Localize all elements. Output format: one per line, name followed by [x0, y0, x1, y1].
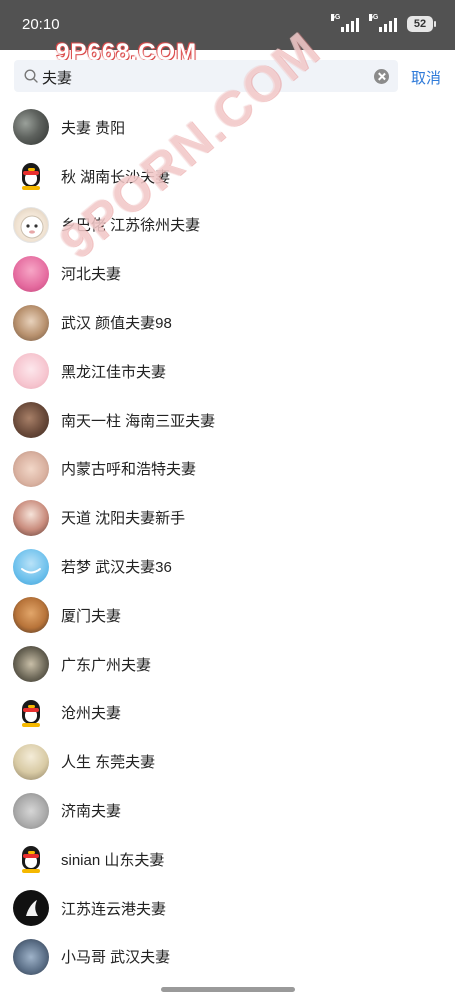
contact-row[interactable]: 江苏连云港夫妻	[0, 884, 455, 933]
contact-row[interactable]: 南天一柱 海南三亚夫妻	[0, 396, 455, 445]
penguin-avatar-icon[interactable]	[13, 694, 49, 731]
contact-row[interactable]: 武汉 颜值夫妻98	[0, 298, 455, 347]
contact-row[interactable]: 若梦 武汉夫妻36	[0, 542, 455, 591]
avatar[interactable]	[13, 743, 49, 780]
contact-name: 天道 沈阳夫妻新手	[61, 510, 186, 528]
avatar[interactable]	[13, 890, 49, 927]
penguin-avatar-icon[interactable]	[13, 158, 49, 195]
battery-icon: 52	[407, 16, 436, 32]
network-tag: 5G	[331, 14, 341, 21]
contact-name: 武汉 颜值夫妻98	[61, 315, 172, 333]
status-time: 20:10	[22, 16, 60, 33]
search-query[interactable]: 夫妻	[42, 67, 72, 88]
contact-row[interactable]: 秋 湖南长沙夫妻	[0, 152, 455, 201]
cancel-button[interactable]: 取消	[411, 67, 441, 88]
avatar[interactable]	[13, 597, 49, 634]
contact-name: 乡巴佬 江苏徐州夫妻	[61, 217, 201, 235]
network-tag: 5G	[369, 14, 379, 21]
contact-name: 小马哥 武汉夫妻	[61, 949, 171, 967]
contact-name: 夫妻 贵阳	[61, 119, 126, 137]
penguin-avatar-icon[interactable]	[13, 841, 49, 878]
avatar[interactable]	[13, 402, 49, 439]
avatar[interactable]	[13, 304, 49, 341]
contact-name: 河北夫妻	[61, 266, 122, 284]
avatar[interactable]	[13, 938, 49, 975]
avatar[interactable]	[13, 353, 49, 390]
contact-name: 若梦 武汉夫妻36	[61, 559, 172, 577]
clear-icon[interactable]	[374, 69, 389, 84]
contact-row[interactable]: 黑龙江佳市夫妻	[0, 347, 455, 396]
contact-name: sinian 山东夫妻	[61, 851, 165, 869]
signal-icon: 5G	[331, 14, 359, 32]
contact-name: 人生 东莞夫妻	[61, 754, 156, 772]
contact-list: 夫妻 贵阳秋 湖南长沙夫妻乡巴佬 江苏徐州夫妻 河北夫妻武汉 颜值夫妻98 黑龙江佳…	[0, 103, 455, 981]
avatar[interactable]	[13, 109, 49, 146]
contact-row[interactable]: 沧州夫妻	[0, 689, 455, 738]
contact-row[interactable]: 夫妻 贵阳	[0, 103, 455, 152]
contact-row[interactable]: sinian 山东夫妻	[0, 835, 455, 884]
contact-row[interactable]: 河北夫妻	[0, 249, 455, 298]
avatar[interactable]	[13, 646, 49, 683]
contact-name: 广东广州夫妻	[61, 656, 152, 674]
contact-row[interactable]: 济南夫妻	[0, 786, 455, 835]
avatar[interactable]	[13, 499, 49, 536]
contact-name: 秋 湖南长沙夫妻	[61, 168, 171, 186]
contact-row[interactable]: 小马哥 武汉夫妻	[0, 933, 455, 982]
contact-row[interactable]: 内蒙古呼和浩特夫妻	[0, 445, 455, 494]
contact-name: 江苏连云港夫妻	[61, 900, 167, 918]
contact-row[interactable]: 广东广州夫妻	[0, 640, 455, 689]
avatar[interactable]	[13, 792, 49, 829]
search-bar: 夫妻 取消	[0, 60, 455, 94]
home-indicator[interactable]	[161, 987, 295, 992]
search-input[interactable]: 夫妻	[14, 60, 398, 92]
search-icon	[24, 69, 38, 83]
signal-icon: 5G	[369, 14, 397, 32]
contact-name: 内蒙古呼和浩特夫妻	[61, 461, 197, 479]
contact-name: 济南夫妻	[61, 803, 122, 821]
avatar[interactable]	[13, 255, 49, 292]
contact-row[interactable]: 天道 沈阳夫妻新手	[0, 493, 455, 542]
contact-name: 黑龙江佳市夫妻	[61, 363, 167, 381]
avatar[interactable]	[13, 548, 49, 585]
avatar[interactable]	[13, 206, 49, 243]
contact-row[interactable]: 厦门夫妻	[0, 591, 455, 640]
contact-row[interactable]: 乡巴佬 江苏徐州夫妻	[0, 201, 455, 250]
contact-name: 厦门夫妻	[61, 607, 122, 625]
contact-name: 沧州夫妻	[61, 705, 122, 723]
contact-name: 南天一柱 海南三亚夫妻	[61, 412, 216, 430]
contact-row[interactable]: 人生 东莞夫妻	[0, 737, 455, 786]
status-indicators: 5G 5G 52	[331, 14, 436, 34]
avatar[interactable]	[13, 450, 49, 487]
